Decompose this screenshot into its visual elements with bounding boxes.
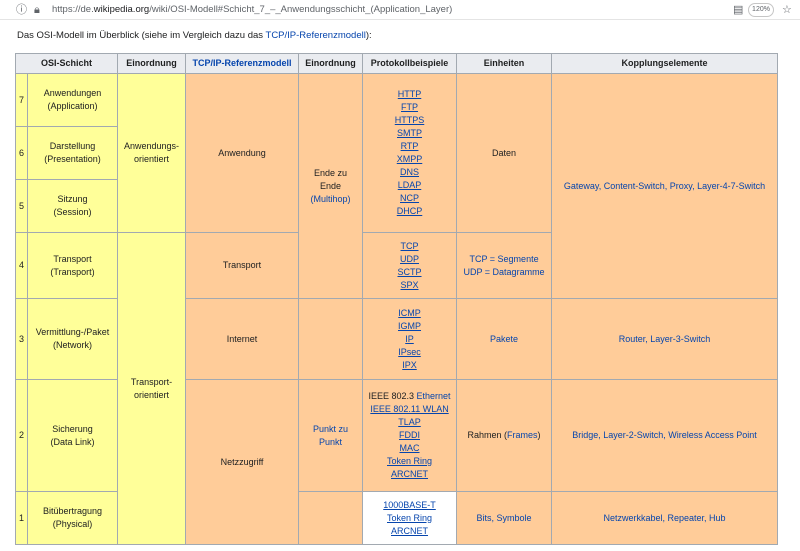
protocol-link-ldap[interactable]: LDAP [365,179,454,192]
punkt-zu-punkt-link[interactable]: Punkt zu Punkt [313,424,348,447]
protocol-link-fddi[interactable]: FDDI [365,429,454,442]
router-link[interactable]: Router, Layer-3-Switch [619,334,711,344]
unit-daten: Daten [456,73,553,233]
unit-pakete: Pakete [456,298,553,380]
layer-name: Transport (Transport) [26,232,119,299]
tcpip-netzzugriff: Netzzugriff [185,379,300,545]
protocol-link-igmp[interactable]: IGMP [365,320,454,333]
protocol-link-ip[interactable]: IP [365,333,454,346]
udp-datagramme-link[interactable]: UDP = Datagramme [463,267,544,277]
unit-rahmen: Rahmen (Frames) [456,379,553,492]
protocol-link-tlap[interactable]: TLAP [365,416,454,429]
einordnung-transportorientiert: Transport-orientiert [117,232,187,545]
layer-name: Sitzung (Session) [26,179,119,233]
header-osi-schicht: OSI-Schicht [14,53,119,74]
einordnung-anwendungsorientiert: Anwendungs-orientiert [117,73,187,233]
header-tcpip-link[interactable]: TCP/IP-Referenzmodell [185,53,300,74]
frames-link[interactable]: Frames [507,430,538,440]
protocol-link-rtp[interactable]: RTP [365,140,454,153]
protocol-link-spx[interactable]: SPX [365,279,454,292]
table-row: 7 Anwendungen (Application) Anwendungs-or… [15,73,779,299]
info-icon[interactable]: ⓘ [16,3,27,17]
protocol-link-wlan[interactable]: IEEE 802.11 WLAN [365,403,454,416]
protocols-physical: 1000BASE-T Token Ring ARCNET [362,491,458,545]
layer-name: Bitübertragung (Physical) [26,491,119,545]
url-text[interactable]: https://de.wikipedia.org/wiki/OSI-Modell… [52,3,452,17]
protocol-link-token-ring[interactable]: Token Ring [365,455,454,468]
layer-number: 1 [15,491,28,545]
zoom-indicator[interactable]: 120% [748,3,774,17]
protocol-link-ipx[interactable]: IPX [365,359,454,372]
layer-number: 6 [15,126,28,180]
protocol-link-smtp[interactable]: SMTP [365,127,454,140]
header-protokollbeispiele: Protokollbeispiele [362,53,458,74]
einordnung-physical-empty [298,491,364,545]
devices-layer-1: Netzwerkkabel, Repeater, Hub [551,491,779,545]
layer-number: 3 [15,298,28,380]
tcpip-reference-link[interactable]: TCP/IP-Referenzmodell [266,30,366,41]
lock-icon[interactable]: 🔒︎ [34,3,40,17]
layer-number: 7 [15,73,28,127]
bits-link[interactable]: Bits, Symbole [477,513,532,523]
layer-name: Anwendungen (Application) [26,73,119,127]
header-einordnung-2: Einordnung [298,53,364,74]
protocol-link-xmpp[interactable]: XMPP [365,153,454,166]
layer-number: 2 [15,379,28,492]
pakete-link[interactable]: Pakete [490,334,518,344]
osi-model-table: OSI-Schicht Einordnung TCP/IP-Referenzmo… [14,53,779,545]
netzwerkkabel-link[interactable]: Netzwerkkabel, Repeater, Hub [603,513,725,523]
intro-paragraph: Das OSI-Modell im Überblick (siehe im Ve… [17,30,372,41]
unit-bits: Bits, Symbole [456,491,553,545]
unit-segmente: TCP = Segmente UDP = Datagramme [456,232,553,299]
protocol-ieee8023: IEEE 802.3 Ethernet [368,391,451,401]
protocol-link-ipsec[interactable]: IPsec [365,346,454,359]
protocol-link-arcnet-physical[interactable]: ARCNET [365,525,454,538]
protocols-network: ICMP IGMP IP IPsec IPX [362,298,458,380]
layer-number: 5 [15,179,28,233]
tcp-segmente-link[interactable]: TCP = Segmente [469,254,538,264]
protocols-datalink: IEEE 802.3 Ethernet IEEE 802.11 WLAN TLA… [362,379,458,492]
protocol-link-ethernet[interactable]: Ethernet [417,391,451,401]
protocol-link-dhcp[interactable]: DHCP [365,205,454,218]
bridge-link[interactable]: Bridge, Layer-2-Switch, Wireless Access … [572,430,757,440]
protocol-link-http[interactable]: HTTP [365,88,454,101]
tcpip-anwendung: Anwendung [185,73,300,233]
protocol-link-https[interactable]: HTTPS [365,114,454,127]
protocols-transport: TCP UDP SCTP SPX [362,232,458,299]
protocol-link-mac[interactable]: MAC [365,442,454,455]
layer-name: Vermittlung-/Paket (Network) [26,298,119,380]
header-einheiten: Einheiten [456,53,553,74]
einordnung-punkt-zu-punkt: Punkt zu Punkt [298,379,364,492]
einordnung-network-empty [298,298,364,380]
tcpip-internet: Internet [185,298,300,380]
header-einordnung: Einordnung [117,53,187,74]
protocol-link-tcp[interactable]: TCP [365,240,454,253]
einordnung-ende-zu-ende: Ende zu Ende (Multihop) [298,73,364,299]
devices-gateway-link[interactable]: Gateway, Content-Switch, Proxy, Layer-4-… [564,181,765,191]
protocol-link-arcnet[interactable]: ARCNET [365,468,454,481]
protocols-application: HTTP FTP HTTPS SMTP RTP XMPP DNS LDAP NC… [362,73,458,233]
layer-name: Darstellung (Presentation) [26,126,119,180]
browser-address-bar[interactable]: ⓘ 🔒︎ https://de.wikipedia.org/wiki/OSI-M… [0,0,800,20]
protocol-link-sctp[interactable]: SCTP [365,266,454,279]
protocol-link-dns[interactable]: DNS [365,166,454,179]
layer-name: Sicherung (Data Link) [26,379,119,492]
devices-layer-2: Bridge, Layer-2-Switch, Wireless Access … [551,379,779,492]
devices-upper-layers: Gateway, Content-Switch, Proxy, Layer-4-… [551,73,779,299]
multihop-link[interactable]: (Multihop) [311,194,351,204]
protocol-link-token-ring-physical[interactable]: Token Ring [365,512,454,525]
protocol-link-icmp[interactable]: ICMP [365,307,454,320]
reader-view-icon[interactable]: ▤ [733,3,743,17]
bookmark-star-icon[interactable]: ☆ [782,3,792,17]
devices-layer-3: Router, Layer-3-Switch [551,298,779,380]
header-kopplungselemente: Kopplungselemente [551,53,779,74]
layer-number: 4 [15,232,28,299]
tcpip-transport: Transport [185,232,300,299]
protocol-link-ncp[interactable]: NCP [365,192,454,205]
protocol-link-1000base-t[interactable]: 1000BASE-T [365,499,454,512]
protocol-link-ftp[interactable]: FTP [365,101,454,114]
protocol-link-udp[interactable]: UDP [365,253,454,266]
